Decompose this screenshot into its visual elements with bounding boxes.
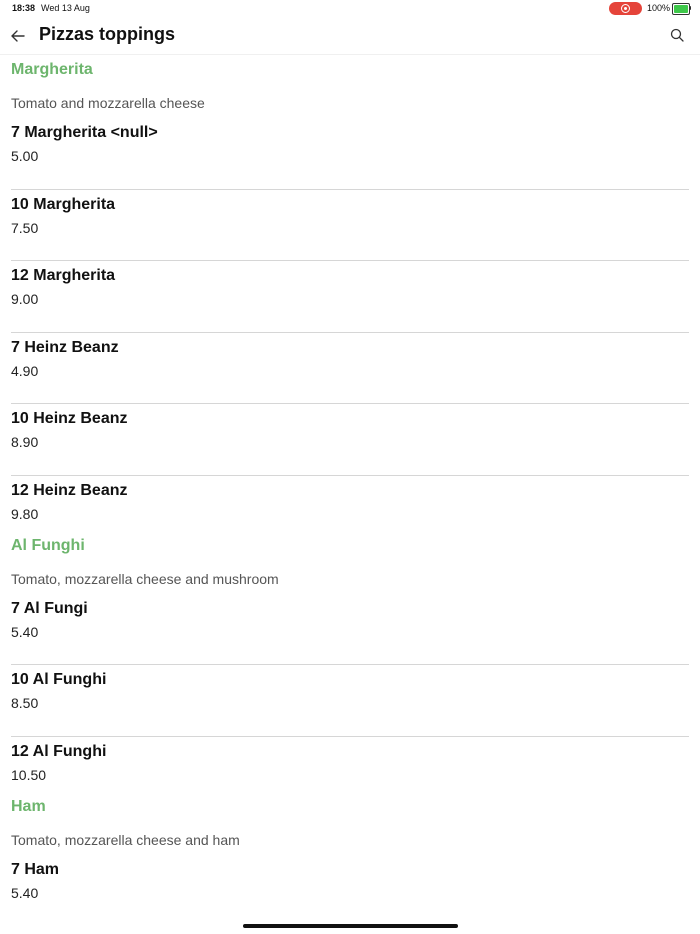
menu-item[interactable]: 12 Margherita 9.00 bbox=[11, 261, 689, 333]
item-name: 7 Margherita <null> bbox=[11, 124, 158, 141]
record-icon bbox=[621, 4, 630, 13]
section-title: Ham bbox=[11, 797, 46, 815]
menu-item[interactable]: 7 Margherita <null> 5.00 bbox=[11, 118, 689, 190]
item-price: 10.50 bbox=[11, 766, 47, 783]
item-name: 10 Margherita bbox=[11, 195, 116, 213]
section-title: Margherita bbox=[11, 61, 93, 78]
menu-item[interactable]: 7 Ham 5.40 bbox=[11, 855, 689, 909]
item-price: 9.00 bbox=[11, 291, 39, 307]
battery-percentage: 100% bbox=[647, 3, 671, 13]
item-name: 7 Al Fungi bbox=[11, 599, 88, 617]
item-price: 7.50 bbox=[11, 219, 39, 236]
section-title: Al Funghi bbox=[11, 536, 85, 554]
item-name: 10 Heinz Beanz bbox=[11, 410, 128, 427]
item-price: 5.40 bbox=[11, 884, 39, 901]
status-date: Wed 13 Aug bbox=[41, 3, 90, 13]
search-button[interactable] bbox=[666, 24, 688, 46]
screen: 18:38 Wed 13 Aug 100% Pizzas toppings Ma… bbox=[0, 0, 700, 934]
item-name: 7 Ham bbox=[11, 860, 60, 878]
back-button[interactable] bbox=[6, 24, 30, 48]
section-description: Tomato, mozzarella cheese and ham bbox=[11, 831, 240, 848]
menu-item[interactable]: 7 Heinz Beanz 4.90 bbox=[11, 333, 689, 405]
menu-item[interactable]: 12 Al Funghi 10.50 bbox=[11, 737, 689, 791]
arrow-left-icon bbox=[11, 30, 25, 42]
search-icon bbox=[670, 28, 684, 42]
menu-item[interactable]: 10 Al Funghi 8.50 bbox=[11, 665, 689, 737]
item-price: 5.00 bbox=[11, 148, 39, 164]
menu-item[interactable]: 7 Al Fungi 5.40 bbox=[11, 594, 689, 666]
menu-item[interactable]: 12 Heinz Beanz 9.80 bbox=[11, 476, 689, 530]
item-price: 8.90 bbox=[11, 434, 39, 450]
page-title: Pizzas toppings bbox=[39, 24, 176, 44]
item-price: 8.50 bbox=[11, 695, 39, 711]
home-indicator[interactable] bbox=[243, 924, 458, 928]
status-bar: 18:38 Wed 13 Aug 100% bbox=[0, 0, 700, 18]
item-name: 12 Heinz Beanz bbox=[11, 481, 128, 499]
item-name: 12 Al Funghi bbox=[11, 742, 107, 760]
status-time: 18:38 bbox=[12, 3, 36, 13]
topping-list: Margherita Tomato and mozzarella cheese 7 … bbox=[0, 54, 700, 909]
battery-icon bbox=[672, 3, 690, 15]
app-header: Pizzas toppings bbox=[0, 18, 700, 55]
item-name: 7 Heinz Beanz bbox=[11, 338, 119, 356]
item-price: 4.90 bbox=[11, 362, 39, 379]
menu-item[interactable]: 10 Heinz Beanz 8.90 bbox=[11, 404, 689, 476]
screen-recording-indicator[interactable] bbox=[609, 2, 642, 15]
section-description: Tomato, mozzarella cheese and mushroom bbox=[11, 570, 279, 587]
menu-item[interactable]: 10 Margherita 7.50 bbox=[11, 190, 689, 262]
section-description: Tomato and mozzarella cheese bbox=[11, 95, 205, 111]
item-price: 9.80 bbox=[11, 505, 39, 522]
item-name: 12 Margherita bbox=[11, 267, 116, 284]
item-price: 5.40 bbox=[11, 623, 39, 640]
item-name: 10 Al Funghi bbox=[11, 671, 107, 688]
